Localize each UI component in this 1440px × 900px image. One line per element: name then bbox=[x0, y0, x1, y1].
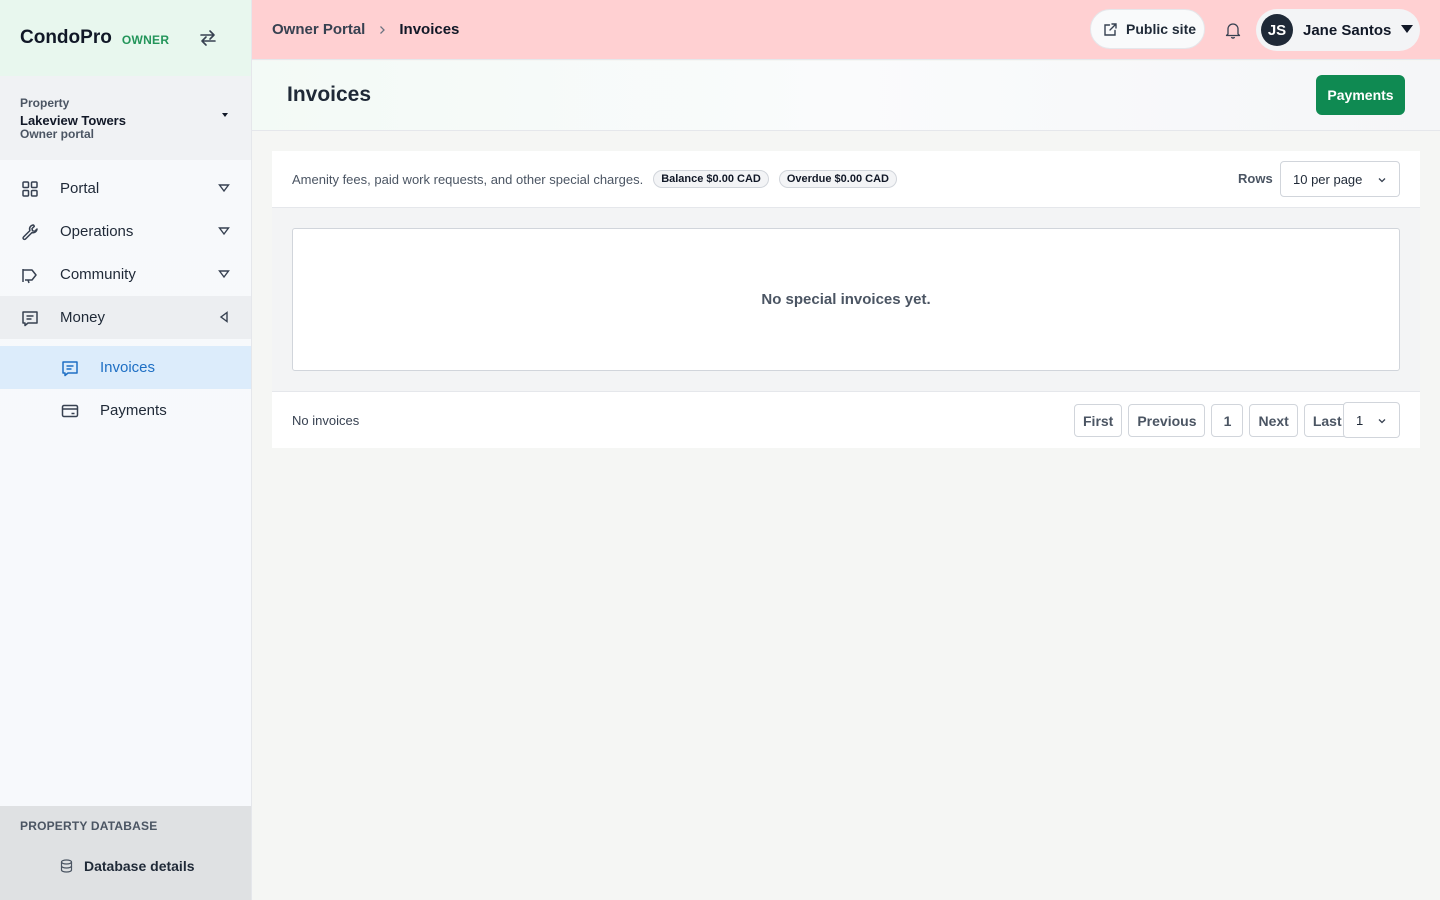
chevron-down-icon bbox=[218, 184, 230, 193]
invoice-icon bbox=[62, 360, 78, 376]
card-header: Amenity fees, paid work requests, and ot… bbox=[272, 151, 1420, 208]
sidebar-item-money[interactable]: Money bbox=[0, 296, 251, 339]
rows-per-page-value: 10 per page bbox=[1293, 171, 1363, 187]
sidebar-item-label: Payments bbox=[100, 402, 167, 419]
sidebar-item-portal[interactable]: Portal bbox=[0, 167, 251, 210]
pagination: First Previous 1 Next Last bbox=[1074, 404, 1357, 437]
page-header: Invoices Payments bbox=[252, 61, 1440, 131]
breadcrumb-current: Invoices bbox=[399, 21, 460, 38]
sidebar: CondoPro OWNER Property Lakeview Towers … bbox=[0, 0, 252, 900]
chevron-down-icon bbox=[1378, 419, 1386, 424]
wrench-icon bbox=[22, 223, 38, 240]
page-title: Invoices bbox=[287, 83, 372, 106]
property-name: Lakeview Towers bbox=[20, 113, 126, 128]
sidebar-item-label: Community bbox=[60, 266, 136, 283]
next-page-button[interactable]: Next bbox=[1249, 404, 1298, 437]
avatar: JS bbox=[1261, 14, 1293, 46]
balance-badge: Balance $0.00 CAD bbox=[653, 170, 769, 188]
chevron-down-icon bbox=[218, 227, 230, 236]
sidebar-item-label: Invoices bbox=[100, 359, 156, 376]
card-footer: No invoices First Previous 1 Next Last 1 bbox=[272, 392, 1420, 448]
invoice-count: No invoices bbox=[292, 412, 360, 428]
page-select[interactable]: 1 bbox=[1343, 402, 1400, 438]
first-page-button[interactable]: First bbox=[1074, 404, 1123, 437]
public-site-label: Public site bbox=[1126, 21, 1197, 37]
brand-header: CondoPro OWNER bbox=[0, 0, 251, 76]
brand-role: OWNER bbox=[121, 32, 170, 47]
card-body: No special invoices yet. bbox=[272, 208, 1420, 392]
breadcrumb-owner-portal[interactable]: Owner Portal bbox=[272, 21, 365, 38]
empty-state-text: No special invoices yet. bbox=[761, 291, 931, 308]
property-database-section: PROPERTY DATABASE Database details bbox=[0, 806, 251, 900]
public-site-button[interactable]: Public site bbox=[1090, 9, 1205, 49]
sidebar-item-payments[interactable]: Payments bbox=[0, 389, 251, 432]
sidebar-nav: Portal Operations Community Money Invoic… bbox=[0, 167, 251, 432]
caret-down-icon bbox=[222, 113, 228, 117]
overdue-badge: Overdue $0.00 CAD bbox=[778, 170, 897, 188]
external-link-icon bbox=[1104, 22, 1117, 36]
card-icon bbox=[61, 404, 79, 417]
rows-label: Rows bbox=[1238, 171, 1273, 186]
sidebar-item-community[interactable]: Community bbox=[0, 253, 251, 296]
sidebar-item-invoices[interactable]: Invoices bbox=[0, 346, 251, 389]
database-details-label: Database details bbox=[84, 858, 195, 874]
sidebar-item-label: Portal bbox=[60, 180, 100, 197]
database-details-link[interactable]: Database details bbox=[20, 858, 231, 874]
property-database-title: PROPERTY DATABASE bbox=[20, 819, 158, 833]
chevron-left-icon bbox=[219, 311, 228, 323]
receipt-icon bbox=[22, 310, 38, 326]
brand-name: CondoPro bbox=[20, 27, 112, 48]
property-label: Property bbox=[20, 96, 70, 110]
page-number-button[interactable]: 1 bbox=[1211, 404, 1244, 437]
property-subtitle: Owner portal bbox=[20, 127, 95, 141]
grid-icon bbox=[22, 180, 38, 197]
card-description: Amenity fees, paid work requests, and ot… bbox=[292, 171, 644, 187]
previous-page-button[interactable]: Previous bbox=[1128, 404, 1206, 437]
sidebar-item-label: Operations bbox=[60, 223, 134, 240]
user-name: Jane Santos bbox=[1303, 21, 1392, 39]
megaphone-icon bbox=[22, 268, 37, 283]
sidebar-item-operations[interactable]: Operations bbox=[0, 210, 251, 253]
page-select-value: 1 bbox=[1356, 412, 1364, 428]
property-selector[interactable]: Property Lakeview Towers Owner portal bbox=[0, 76, 251, 160]
topbar: Owner Portal Invoices Public site JS Jan… bbox=[252, 0, 1440, 60]
caret-down-icon bbox=[1401, 25, 1413, 33]
bell-icon[interactable] bbox=[1225, 21, 1241, 39]
database-icon bbox=[60, 859, 73, 873]
chevron-right-icon bbox=[380, 25, 386, 34]
swap-icon[interactable] bbox=[198, 28, 218, 48]
chevron-down-icon bbox=[218, 270, 230, 279]
rows-per-page-select[interactable]: 10 per page bbox=[1280, 161, 1400, 197]
invoices-card: Amenity fees, paid work requests, and ot… bbox=[272, 151, 1420, 448]
payments-button[interactable]: Payments bbox=[1316, 75, 1405, 115]
user-menu-button[interactable]: JS Jane Santos bbox=[1256, 9, 1420, 51]
empty-state: No special invoices yet. bbox=[292, 228, 1400, 371]
chevron-down-icon bbox=[1378, 178, 1386, 183]
sidebar-item-label: Money bbox=[60, 309, 106, 326]
